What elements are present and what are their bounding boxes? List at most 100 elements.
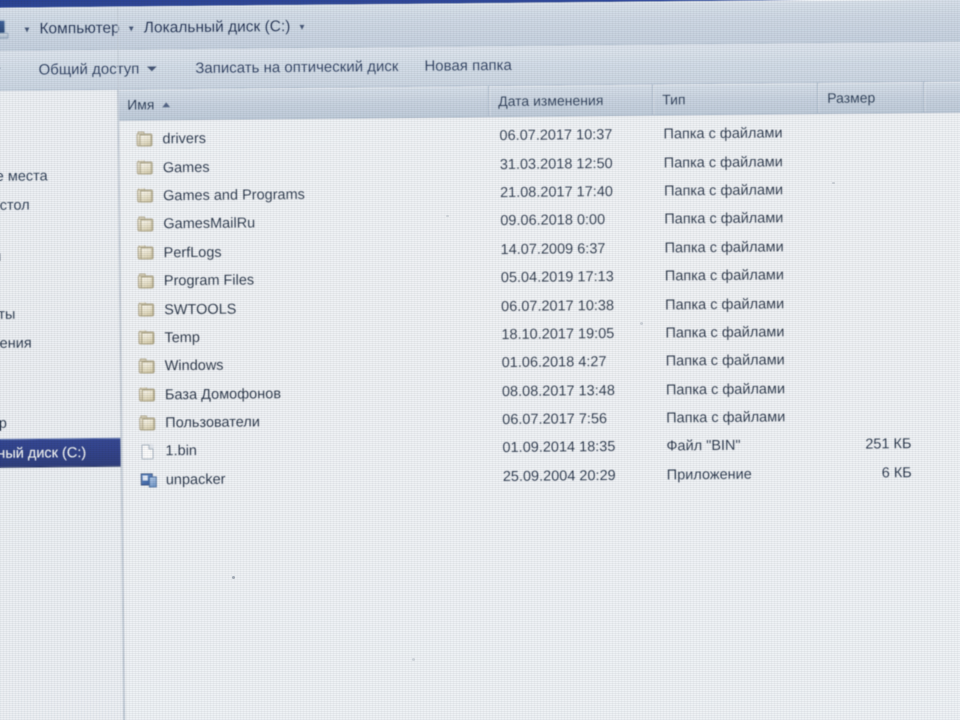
file-name-label: Temp <box>164 329 200 347</box>
screen-content: ый диск (C:) ▾ Компьютер ▾ Локальный дис… <box>0 0 960 720</box>
size-cell <box>821 359 927 360</box>
column-header-type[interactable]: Тип <box>653 83 819 115</box>
size-cell <box>821 388 927 389</box>
sidebar-item-documents[interactable]: ументы <box>0 300 119 330</box>
folder-icon <box>136 131 153 147</box>
sidebar-item-downloads[interactable]: узки <box>0 133 118 163</box>
sidebar-item-libraries[interactable]: отеки <box>0 242 119 272</box>
breadcrumb-item-computer[interactable]: Компьютер <box>36 17 122 40</box>
file-name-label: Пользователи <box>165 414 260 432</box>
type-cell: Папка с файлами <box>664 267 784 285</box>
folder-icon <box>137 187 154 204</box>
file-list-view[interactable]: Имя Дата изменения Тип Размер drivers 06… <box>118 81 960 720</box>
size-cell <box>819 189 925 190</box>
organize-button[interactable]: ть <box>0 58 8 83</box>
type-cell: Папка с файлами <box>663 182 784 200</box>
column-header-size[interactable]: Размер <box>818 82 925 114</box>
nav-group-gap-2 <box>0 387 120 410</box>
date-modified-cell: 21.08.2017 17:40 <box>499 183 614 202</box>
folder-icon <box>139 415 156 431</box>
breadcrumb-leading-chevron-icon[interactable]: ▾ <box>18 25 36 36</box>
sort-ascending-icon <box>162 101 171 107</box>
folder-icon <box>137 244 155 261</box>
date-modified-cell: 31.03.2018 12:50 <box>499 155 613 173</box>
file-name-label: База Домофонов <box>164 385 282 404</box>
date-modified-cell: 01.06.2018 4:27 <box>501 354 607 372</box>
file-name-label: 1.bin <box>165 443 198 460</box>
date-modified-cell: 06.07.2017 10:37 <box>499 127 613 145</box>
file-name-cell[interactable]: SWTOOLS <box>120 299 491 319</box>
share-with-button[interactable]: Общий доступ <box>31 56 164 82</box>
file-name-cell[interactable]: drivers <box>118 128 489 148</box>
type-cell: Папка с файлами <box>664 210 784 228</box>
type-cell: Папка с файлами <box>665 352 785 370</box>
type-cell: Папка с файлами <box>665 381 786 399</box>
sidebar-item-computer[interactable]: ьютер <box>0 409 120 439</box>
sidebar-item-desktop[interactable]: очий стол <box>0 191 118 221</box>
monitor-photograph: ый диск (C:) ▾ Компьютер ▾ Локальный дис… <box>0 0 960 720</box>
file-name-label: PerfLogs <box>163 244 222 262</box>
explorer-window: ▾ Компьютер ▾ Локальный диск (C:) ▾ ть О… <box>0 0 960 720</box>
share-with-label: Общий доступ <box>38 60 140 79</box>
date-modified-cell: 18.10.2017 19:05 <box>501 325 615 343</box>
breadcrumb-trailing-chevron-icon[interactable]: ▾ <box>293 22 311 33</box>
sidebar-item-pictures[interactable]: бражения <box>0 329 120 359</box>
file-name-label: drivers <box>162 131 207 148</box>
chevron-down-icon <box>147 66 158 72</box>
column-header-name[interactable]: Имя <box>118 86 490 120</box>
folder-icon <box>138 358 156 374</box>
file-name-label: Windows <box>164 358 224 375</box>
burn-to-disc-button[interactable]: Записать на оптический диск <box>188 54 405 81</box>
file-name-cell[interactable]: Games and Programs <box>119 185 490 205</box>
chevron-down-icon <box>0 67 1 73</box>
sidebar-item-recent-places[interactable]: авние места <box>0 162 118 192</box>
file-name-cell[interactable]: Пользователи <box>121 412 492 432</box>
file-name-cell[interactable]: Games <box>119 157 490 177</box>
file-name-label: unpacker <box>165 471 226 489</box>
application-icon <box>140 473 157 488</box>
folder-icon <box>136 159 154 175</box>
file-name-cell[interactable]: Windows <box>121 355 492 375</box>
explorer-body: нное узки авние места очий стол отеки ео… <box>0 7 960 720</box>
type-cell: Папка с файлами <box>663 153 783 172</box>
type-cell: Приложение <box>666 466 752 484</box>
type-cell: Папка с файлами <box>665 324 785 342</box>
sidebar-item-music[interactable]: ыка <box>0 358 120 388</box>
size-cell <box>820 303 926 304</box>
file-name-cell[interactable]: unpacker <box>122 469 493 489</box>
file-name-label: Program Files <box>163 272 255 290</box>
file-name-label: SWTOOLS <box>164 301 237 318</box>
new-folder-button[interactable]: Новая папка <box>417 53 519 79</box>
file-name-cell[interactable]: 1.bin <box>121 441 492 461</box>
navigation-pane: нное узки авние места очий стол отеки ео… <box>0 89 125 720</box>
file-name-cell[interactable]: GamesMailRu <box>119 214 490 234</box>
folder-icon <box>138 329 155 346</box>
type-cell: Файл "BIN" <box>666 438 741 455</box>
type-cell: Папка с файлами <box>666 409 786 427</box>
sidebar-item-local-disk-c[interactable]: кальный диск (C:) <box>0 437 121 469</box>
nav-group-gap-1 <box>0 220 118 243</box>
folder-icon <box>137 273 155 289</box>
file-rows: drivers 06.07.2017 10:37 Папка с файлами… <box>118 112 960 494</box>
size-cell <box>818 132 924 133</box>
file-name-label: Games <box>162 159 210 176</box>
sidebar-item-favorites[interactable]: нное <box>0 104 117 134</box>
folder-icon <box>137 216 154 232</box>
breadcrumb-item-local-disk-c[interactable]: Локальный диск (C:) <box>141 16 294 39</box>
sidebar-item-video[interactable]: ео <box>0 271 119 301</box>
type-cell: Папка с файлами <box>665 295 785 314</box>
size-cell <box>820 274 926 275</box>
file-icon <box>139 444 156 460</box>
file-name-label: GamesMailRu <box>163 215 256 233</box>
file-name-cell[interactable]: Temp <box>120 327 491 347</box>
breadcrumb-chevron-down-icon[interactable]: ▾ <box>123 24 141 35</box>
file-name-cell[interactable]: PerfLogs <box>120 242 491 262</box>
size-cell <box>820 331 926 332</box>
folder-icon <box>138 301 155 317</box>
file-name-cell[interactable]: База Домофонов <box>121 384 492 404</box>
column-header-empty[interactable] <box>924 81 960 112</box>
column-header-date-modified[interactable]: Дата изменения <box>489 84 654 117</box>
date-modified-cell: 06.07.2017 7:56 <box>502 411 608 429</box>
file-name-cell[interactable]: Program Files <box>120 270 491 290</box>
date-modified-cell: 05.04.2019 17:13 <box>500 269 614 287</box>
